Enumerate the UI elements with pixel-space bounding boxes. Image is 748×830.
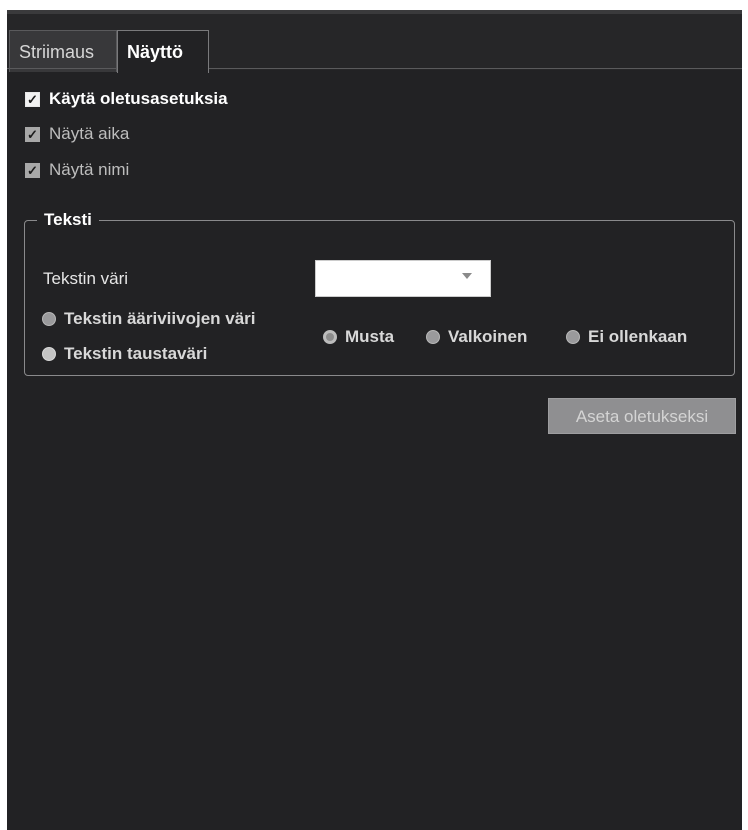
radio-icon[interactable] — [426, 330, 440, 344]
color-choice-label: Musta — [345, 327, 395, 346]
tab-bar: Striimaus Näyttö — [7, 14, 742, 73]
show-name-option[interactable]: ✓ Näytä nimi — [25, 158, 129, 182]
checkbox-checked-icon[interactable]: ✓ — [25, 126, 40, 142]
settings-window: Striimaus Näyttö ✓ Käytä oletusasetuksia… — [7, 10, 742, 830]
tab-naytto[interactable]: Näyttö — [117, 30, 209, 73]
text-settings-group: Teksti Tekstin väri Tekstin ääriviivojen… — [24, 208, 735, 376]
text-group-legend: Teksti — [37, 208, 99, 232]
text-color-select[interactable] — [315, 260, 491, 297]
radio-icon[interactable] — [566, 330, 580, 344]
show-time-label: Näytä aika — [49, 124, 130, 143]
chevron-down-icon[interactable] — [462, 273, 472, 279]
color-choice-ei-ollenkaan[interactable]: Ei ollenkaan — [566, 327, 687, 347]
checkbox-checked-icon[interactable]: ✓ — [25, 162, 40, 178]
outline-color-radio[interactable]: Tekstin ääriviivojen väri — [42, 309, 256, 329]
color-choice-valkoinen[interactable]: Valkoinen — [426, 327, 527, 347]
set-default-button[interactable]: Aseta oletukseksi — [548, 398, 736, 434]
use-defaults-option[interactable]: ✓ Käytä oletusasetuksia — [25, 87, 228, 111]
checkbox-checked-icon[interactable]: ✓ — [25, 91, 40, 107]
outline-color-label: Tekstin ääriviivojen väri — [64, 309, 256, 328]
background-color-label: Tekstin taustaväri — [64, 344, 208, 363]
color-choice-label: Valkoinen — [448, 327, 528, 346]
show-time-option[interactable]: ✓ Näytä aika — [25, 122, 129, 146]
use-defaults-label: Käytä oletusasetuksia — [49, 89, 228, 108]
radio-icon[interactable] — [42, 312, 56, 326]
radio-icon[interactable] — [42, 347, 56, 361]
background-color-radio[interactable]: Tekstin taustaväri — [42, 344, 207, 364]
text-color-label: Tekstin väri — [43, 269, 129, 288]
show-name-label: Näytä nimi — [49, 160, 130, 179]
color-choice-musta[interactable]: Musta — [323, 327, 394, 347]
tab-striimaus[interactable]: Striimaus — [9, 30, 117, 72]
radio-icon[interactable] — [323, 330, 337, 344]
color-choice-label: Ei ollenkaan — [588, 327, 688, 346]
